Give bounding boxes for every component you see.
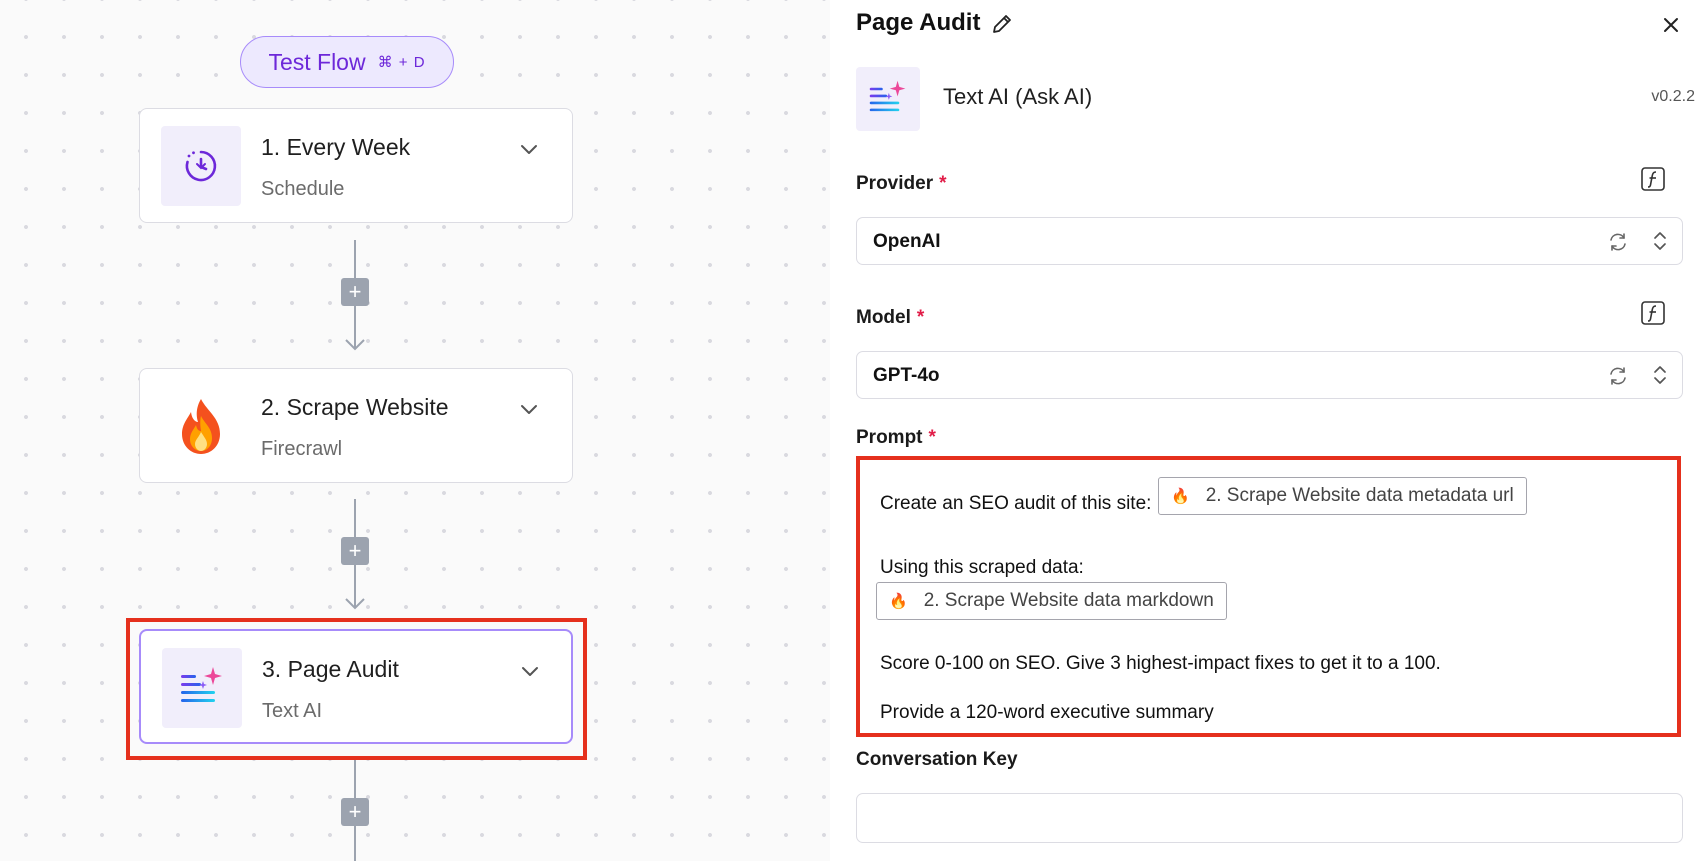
prompt-text-line: Create an SEO audit of this site: bbox=[880, 493, 1152, 514]
fire-icon bbox=[161, 386, 241, 466]
prompt-editor[interactable]: Create an SEO audit of this site: 🔥 2. S… bbox=[856, 456, 1681, 737]
step-subtitle: Firecrawl bbox=[261, 438, 343, 460]
provider-value: OpenAI bbox=[873, 231, 941, 252]
schedule-clock-icon bbox=[161, 126, 241, 206]
pencil-icon[interactable] bbox=[990, 12, 1014, 36]
token-label: 2. Scrape Website data metadata url bbox=[1205, 485, 1514, 506]
chevron-down-icon[interactable] bbox=[517, 397, 541, 421]
add-step-button[interactable]: + bbox=[341, 798, 369, 826]
dynamic-value-toggle-icon[interactable] bbox=[1640, 300, 1666, 326]
chevron-up-down-icon[interactable] bbox=[1649, 229, 1671, 253]
step-title: 2. Scrape Website bbox=[261, 394, 449, 420]
test-flow-button[interactable]: Test Flow ⌘ + D bbox=[240, 36, 454, 88]
prompt-text-line: Score 0-100 on SEO. Give 3 highest-impac… bbox=[880, 653, 1441, 674]
required-mark: * bbox=[916, 307, 925, 328]
required-mark: * bbox=[928, 427, 936, 448]
flow-step-scrape-website[interactable]: 2. Scrape Website Firecrawl bbox=[139, 368, 573, 483]
text-ai-sparkle-icon bbox=[162, 648, 242, 728]
dynamic-value-toggle-icon[interactable] bbox=[1640, 166, 1666, 192]
step-subtitle: Text AI bbox=[262, 700, 323, 722]
refresh-icon[interactable] bbox=[1607, 231, 1629, 253]
required-mark: * bbox=[939, 173, 947, 194]
prompt-token-metadata-url[interactable]: 🔥 2. Scrape Website data metadata url bbox=[1158, 477, 1527, 515]
arrow-down-icon bbox=[345, 339, 365, 351]
step-title: 1. Every Week bbox=[261, 134, 411, 160]
piece-name: Text AI (Ask AI) bbox=[943, 84, 1093, 109]
text-ai-sparkle-icon bbox=[856, 67, 920, 131]
conversation-key-input[interactable] bbox=[856, 793, 1683, 843]
step-settings-panel: Page Audit Text AI (Ask AI) v0.2.2 Provi… bbox=[830, 0, 1701, 861]
add-step-button[interactable]: + bbox=[341, 278, 369, 306]
step-title: 3. Page Audit bbox=[262, 656, 399, 682]
chevron-up-down-icon[interactable] bbox=[1649, 363, 1671, 387]
piece-version: v0.2.2 bbox=[1651, 88, 1695, 105]
add-step-button[interactable]: + bbox=[341, 537, 369, 565]
model-value: GPT-4o bbox=[873, 365, 940, 386]
fire-icon: 🔥 bbox=[889, 593, 908, 610]
conversation-key-label: Conversation Key bbox=[856, 749, 1018, 770]
test-flow-shortcut: ⌘ + D bbox=[377, 54, 426, 71]
chevron-down-icon[interactable] bbox=[517, 137, 541, 161]
model-select[interactable]: GPT-4o bbox=[856, 351, 1683, 399]
close-icon[interactable] bbox=[1658, 12, 1684, 38]
arrow-down-icon bbox=[345, 598, 365, 610]
step-subtitle: Schedule bbox=[261, 178, 345, 200]
flow-step-every-week[interactable]: 1. Every Week Schedule bbox=[139, 108, 573, 223]
prompt-token-markdown[interactable]: 🔥 2. Scrape Website data markdown bbox=[876, 582, 1227, 620]
model-label: Model * bbox=[856, 307, 925, 328]
refresh-icon[interactable] bbox=[1607, 365, 1629, 387]
panel-title[interactable]: Page Audit bbox=[856, 9, 980, 37]
prompt-label: Prompt * bbox=[856, 427, 936, 448]
test-flow-label: Test Flow bbox=[268, 48, 366, 75]
flow-step-page-audit[interactable]: 3. Page Audit Text AI bbox=[139, 629, 573, 744]
prompt-text-line: Provide a 120-word executive summary bbox=[880, 702, 1214, 723]
provider-label: Provider * bbox=[856, 173, 947, 194]
prompt-text-line: Using this scraped data: bbox=[880, 557, 1084, 578]
provider-select[interactable]: OpenAI bbox=[856, 217, 1683, 265]
flow-canvas[interactable]: Test Flow ⌘ + D 1. Every Week Schedule + bbox=[0, 0, 830, 861]
fire-icon: 🔥 bbox=[1171, 488, 1190, 505]
token-label: 2. Scrape Website data markdown bbox=[923, 590, 1214, 611]
chevron-down-icon[interactable] bbox=[518, 659, 542, 683]
